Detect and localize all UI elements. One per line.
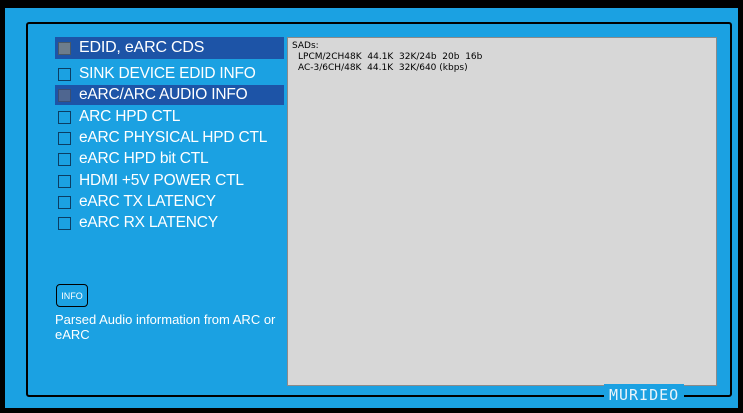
checkbox-icon[interactable] [58,88,71,102]
menu-title-bar: EDID, eARC CDS [55,37,284,59]
title-checkbox-icon [58,41,71,55]
item-description: Parsed Audio information from ARC or eAR… [55,312,276,342]
menu-item-label: eARC RX LATENCY [79,214,218,231]
menu-item-label: eARC PHYSICAL HPD CTL [79,129,268,146]
audio-info-panel: SADs: LPCM/2CH48K 44.1K 32K/24b 20b 16b … [287,37,717,386]
sads-heading: SADs: [292,41,319,51]
info-button-label: INFO [61,290,83,301]
brand-logo: MURIDEO [604,384,685,406]
checkbox-icon[interactable] [58,110,71,124]
menu-item-sink-device-edid-info[interactable]: SINK DEVICE EDID INFO [55,64,284,84]
sad-line: AC-3/6CH/48K 44.1K 32K/640 (kbps) [298,63,468,73]
menu-item-label: HDMI +5V POWER CTL [79,172,244,189]
checkbox-icon[interactable] [58,131,71,145]
menu-item-earc-physical-hpd-ctl[interactable]: eARC PHYSICAL HPD CTL [55,128,284,148]
info-button[interactable]: INFO [56,284,88,307]
checkbox-icon[interactable] [58,67,71,81]
menu-item-earc-arc-audio-info[interactable]: eARC/ARC AUDIO INFO [55,85,284,105]
checkbox-icon[interactable] [58,195,71,209]
checkbox-icon[interactable] [58,174,71,188]
menu-item-label: eARC TX LATENCY [79,193,216,210]
menu-title: EDID, eARC CDS [79,39,205,56]
menu-item-earc-rx-latency[interactable]: eARC RX LATENCY [55,213,284,233]
menu-item-label: ARC HPD CTL [79,108,181,125]
menu-item-label: eARC/ARC AUDIO INFO [79,86,248,103]
menu-item-earc-hpd-bit-ctl[interactable]: eARC HPD bit CTL [55,149,284,169]
checkbox-icon[interactable] [58,152,71,166]
menu-item-label: eARC HPD bit CTL [79,150,209,167]
menu-item-earc-tx-latency[interactable]: eARC TX LATENCY [55,192,284,212]
sad-line: LPCM/2CH48K 44.1K 32K/24b 20b 16b [298,52,483,62]
checkbox-icon[interactable] [58,216,71,230]
menu-item-hdmi-5v-power-ctl[interactable]: HDMI +5V POWER CTL [55,171,284,191]
menu-item-arc-hpd-ctl[interactable]: ARC HPD CTL [55,107,284,127]
menu-item-label: SINK DEVICE EDID INFO [79,65,256,82]
